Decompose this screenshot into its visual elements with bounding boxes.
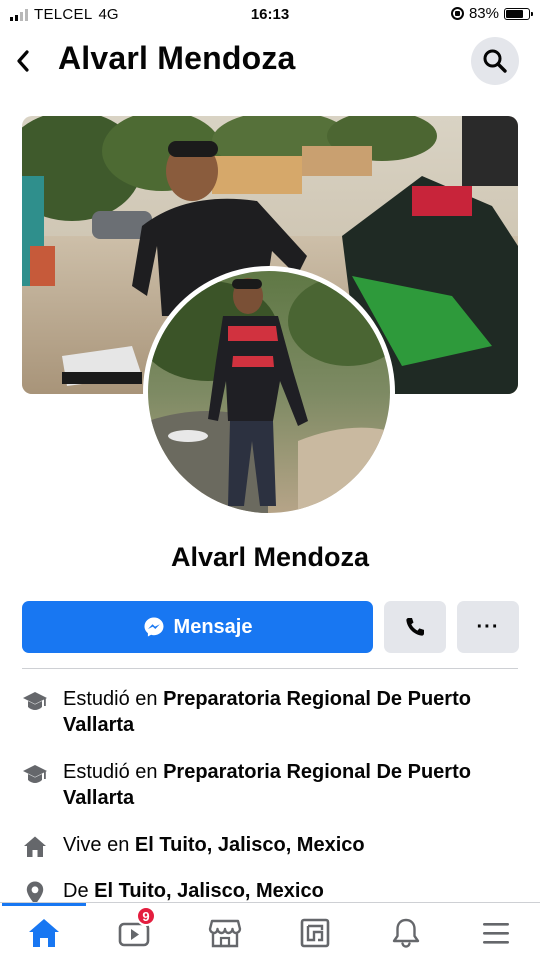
back-button[interactable] (10, 44, 36, 78)
messenger-icon (144, 617, 164, 637)
graduation-cap-icon (23, 692, 47, 710)
info-prefix: Estudió en (63, 688, 158, 710)
battery-percent: 83% (468, 5, 499, 22)
more-options-button[interactable]: ··· (457, 601, 519, 653)
bell-icon (392, 918, 420, 948)
nav-notifications[interactable] (384, 913, 428, 953)
message-button[interactable]: Mensaje (22, 601, 373, 653)
phone-icon (406, 618, 424, 636)
info-prefix: Estudió en (63, 761, 158, 783)
info-prefix: De (63, 880, 89, 902)
bottom-navigation: 9 (0, 902, 540, 961)
home-icon (24, 836, 46, 857)
profile-name: Alvarl Mendoza (170, 542, 370, 572)
marketplace-icon (208, 919, 242, 948)
message-button-label: Mensaje (173, 615, 253, 638)
status-right: 83% (450, 5, 533, 22)
graduation-cap-icon (23, 765, 47, 783)
nav-home[interactable] (22, 913, 66, 953)
info-value-link[interactable]: El Tuito, Jalisco, Mexico (94, 880, 324, 902)
info-value-link[interactable]: El Tuito, Jalisco, Mexico (135, 834, 365, 856)
battery-icon (504, 7, 533, 20)
home-icon (29, 919, 59, 947)
nav-active-indicator (2, 903, 86, 906)
nav-watch[interactable]: 9 (112, 906, 156, 953)
search-icon (483, 49, 507, 73)
nav-marketplace[interactable] (203, 913, 247, 953)
profile-picture-image (148, 271, 390, 513)
orientation-lock-icon (450, 7, 464, 20)
battery-level (506, 9, 524, 18)
menu-icon (483, 923, 509, 944)
chevron-left-icon (17, 50, 29, 72)
header-title: Alvarl Mendoza (58, 40, 296, 76)
profile-picture[interactable] (143, 266, 395, 518)
nav-news[interactable] (293, 913, 337, 953)
status-bar: TELCEL 4G 16:13 83% (0, 0, 540, 30)
nav-menu[interactable] (474, 913, 518, 953)
search-button[interactable] (471, 37, 519, 85)
divider (22, 668, 518, 669)
notification-badge: 9 (136, 906, 156, 926)
news-icon (300, 918, 330, 948)
call-button[interactable] (384, 601, 446, 653)
profile-header: Alvarl Mendoza (0, 30, 540, 92)
info-prefix: Vive en (63, 834, 130, 856)
